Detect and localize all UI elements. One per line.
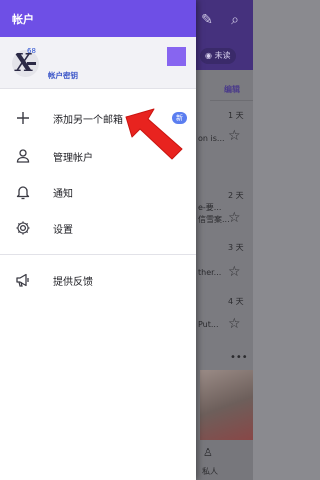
logo-bar bbox=[27, 62, 36, 65]
notifications-label: 通知 bbox=[53, 189, 73, 200]
gear-icon bbox=[14, 219, 32, 237]
list-item-time: 3 天 bbox=[228, 243, 244, 252]
star-icon: ☆ bbox=[228, 264, 241, 280]
drawer-title: 帐户 bbox=[12, 13, 34, 26]
navigation-drawer: 帐户 X 68 帐户密钥 添加另一个邮箱 新 管理帐户 通知 设置 提供反馈 bbox=[0, 0, 196, 480]
edit-link: 编辑 bbox=[224, 85, 240, 94]
star-icon: ☆ bbox=[228, 128, 241, 144]
settings-label: 设置 bbox=[53, 225, 73, 236]
private-tab-label: 私人 bbox=[202, 467, 218, 476]
manage-accounts-label: 管理帐户 bbox=[53, 153, 93, 164]
account-key-link[interactable]: 帐户密钥 bbox=[48, 70, 78, 81]
unread-count-badge: 68 bbox=[27, 47, 36, 55]
list-item-snippet: Put... bbox=[198, 320, 219, 329]
notifications-item[interactable]: 通知 bbox=[0, 175, 196, 209]
list-item-snippet: on is... bbox=[198, 134, 225, 143]
drawer-header: 帐户 bbox=[0, 0, 196, 37]
divider bbox=[0, 88, 196, 89]
account-row[interactable]: X 68 帐户密钥 bbox=[0, 37, 196, 88]
list-item-snippet: ther... bbox=[198, 268, 222, 277]
list-item-snippet: e-要... bbox=[198, 203, 222, 212]
add-account-square[interactable] bbox=[167, 47, 186, 66]
unread-filter: ◉ 未读 bbox=[200, 48, 236, 64]
background-photo bbox=[200, 370, 253, 442]
settings-item[interactable]: 设置 bbox=[0, 211, 196, 245]
list-separator bbox=[210, 100, 253, 101]
divider bbox=[0, 254, 196, 255]
bell-icon bbox=[14, 183, 32, 201]
eye-icon: ◉ bbox=[205, 51, 215, 60]
star-icon: ☆ bbox=[228, 316, 241, 332]
person-icon: ♙ bbox=[203, 446, 213, 459]
list-item-time: 2 天 bbox=[228, 191, 244, 200]
add-mailbox-label: 添加另一个邮箱 bbox=[53, 115, 123, 126]
list-item-snippet: 信雪案... bbox=[198, 215, 230, 224]
megaphone-icon bbox=[14, 271, 32, 289]
plus-icon bbox=[14, 109, 32, 127]
compose-pencil-icon: ✎ bbox=[201, 12, 213, 28]
red-arrow-icon bbox=[125, 108, 183, 160]
feedback-item[interactable]: 提供反馈 bbox=[0, 263, 196, 297]
more-dots-icon: ••• bbox=[230, 352, 248, 363]
list-item-time: 4 天 bbox=[228, 297, 244, 306]
list-item-time: 1 天 bbox=[228, 111, 244, 120]
search-icon: ⌕ bbox=[231, 12, 239, 28]
person-icon bbox=[14, 147, 32, 165]
star-icon: ☆ bbox=[228, 210, 241, 226]
feedback-label: 提供反馈 bbox=[53, 277, 93, 288]
